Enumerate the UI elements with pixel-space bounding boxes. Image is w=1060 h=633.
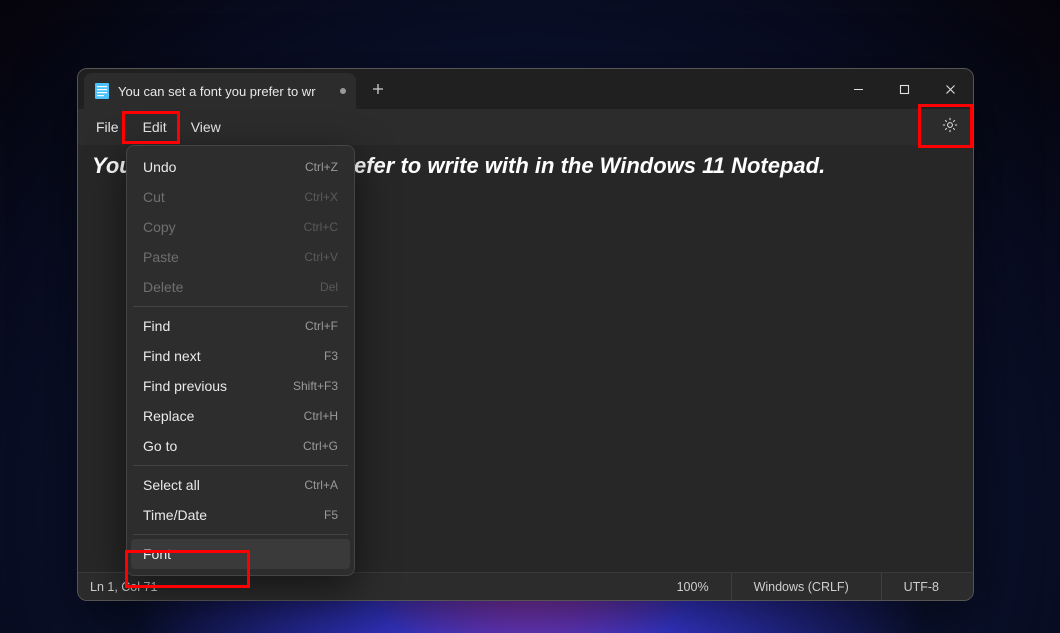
tab-modified-dot <box>340 88 346 94</box>
edit-menu-item-delete: Delete Del <box>131 272 350 302</box>
notepad-icon <box>94 83 110 99</box>
menubar: File Edit View <box>78 109 973 145</box>
tab-active[interactable]: You can set a font you prefer to wr <box>84 73 356 109</box>
menu-item-shortcut: Ctrl+Z <box>305 160 338 174</box>
menu-item-label: Replace <box>143 408 194 424</box>
menu-item-label: Time/Date <box>143 507 207 523</box>
menu-item-shortcut: Ctrl+C <box>304 220 338 234</box>
menu-item-label: Find <box>143 318 170 334</box>
maximize-button[interactable] <box>881 69 927 109</box>
menu-item-label: Paste <box>143 249 179 265</box>
menu-item-label: Cut <box>143 189 165 205</box>
menu-separator <box>133 465 348 466</box>
window-controls <box>835 69 973 109</box>
edit-menu-item-replace[interactable]: Replace Ctrl+H <box>131 401 350 431</box>
edit-menu-item-font[interactable]: Font <box>131 539 350 569</box>
status-zoom[interactable]: 100% <box>655 573 731 600</box>
menu-item-shortcut: F3 <box>324 349 338 363</box>
statusbar: Ln 1, Col 71 100% Windows (CRLF) UTF-8 <box>78 572 973 600</box>
menu-edit[interactable]: Edit <box>131 115 179 139</box>
menu-item-shortcut: Ctrl+F <box>305 319 338 333</box>
menu-item-shortcut: Del <box>320 280 338 294</box>
edit-menu-item-copy: Copy Ctrl+C <box>131 212 350 242</box>
menu-file[interactable]: File <box>84 115 131 139</box>
minimize-button[interactable] <box>835 69 881 109</box>
menu-item-label: Go to <box>143 438 177 454</box>
edit-menu-item-find-previous[interactable]: Find previous Shift+F3 <box>131 371 350 401</box>
edit-menu-item-find-next[interactable]: Find next F3 <box>131 341 350 371</box>
menu-item-label: Find previous <box>143 378 227 394</box>
menu-item-shortcut: Shift+F3 <box>293 379 338 393</box>
menu-item-label: Find next <box>143 348 201 364</box>
edit-menu-item-find[interactable]: Find Ctrl+F <box>131 311 350 341</box>
edit-dropdown-menu: Undo Ctrl+Z Cut Ctrl+X Copy Ctrl+C Paste Ctrl+V… <box>126 145 355 576</box>
gear-icon <box>941 116 959 139</box>
status-eol[interactable]: Windows (CRLF) <box>731 573 881 600</box>
menu-item-shortcut: Ctrl+X <box>304 190 338 204</box>
menu-item-shortcut: F5 <box>324 508 338 522</box>
menu-item-label: Copy <box>143 219 176 235</box>
menu-item-shortcut: Ctrl+V <box>304 250 338 264</box>
settings-button[interactable] <box>933 112 967 142</box>
status-position: Ln 1, Col 71 <box>90 580 160 594</box>
edit-menu-item-undo[interactable]: Undo Ctrl+Z <box>131 152 350 182</box>
close-button[interactable] <box>927 69 973 109</box>
edit-menu-item-time-date[interactable]: Time/Date F5 <box>131 500 350 530</box>
tab-title: You can set a font you prefer to wr <box>118 84 332 99</box>
menu-item-label: Font <box>143 546 171 562</box>
menu-item-shortcut: Ctrl+H <box>304 409 338 423</box>
menu-item-shortcut: Ctrl+A <box>304 478 338 492</box>
edit-menu-item-go-to[interactable]: Go to Ctrl+G <box>131 431 350 461</box>
edit-menu-item-paste: Paste Ctrl+V <box>131 242 350 272</box>
titlebar[interactable]: You can set a font you prefer to wr <box>78 69 973 109</box>
edit-menu-item-cut: Cut Ctrl+X <box>131 182 350 212</box>
menu-separator <box>133 534 348 535</box>
menu-separator <box>133 306 348 307</box>
menu-item-label: Undo <box>143 159 176 175</box>
status-encoding[interactable]: UTF-8 <box>881 573 961 600</box>
menu-view[interactable]: View <box>179 115 233 139</box>
menu-item-label: Delete <box>143 279 183 295</box>
edit-menu-item-select-all[interactable]: Select all Ctrl+A <box>131 470 350 500</box>
new-tab-button[interactable] <box>362 69 394 109</box>
menu-item-shortcut: Ctrl+G <box>303 439 338 453</box>
menu-item-label: Select all <box>143 477 200 493</box>
